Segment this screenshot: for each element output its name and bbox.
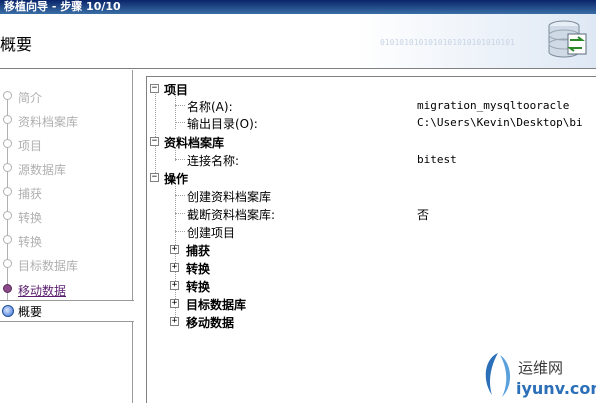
step-label: 转换	[18, 211, 43, 225]
tree-item-project-name: 名称(A): migration_mysqltooracle	[187, 98, 587, 115]
node-label: 操作	[164, 172, 189, 186]
step-current-icon	[2, 305, 14, 317]
step-dot-icon	[3, 259, 12, 268]
tree-connector	[175, 122, 185, 123]
watermark-logo-icon	[485, 353, 511, 397]
expand-icon[interactable]: +	[170, 281, 179, 290]
tree-connector	[175, 195, 185, 196]
step-convert-2: 转换	[0, 231, 133, 249]
item-label: 创建项目	[187, 226, 236, 240]
tree-connector	[175, 105, 185, 106]
step-label: 简介	[18, 91, 43, 105]
step-capture: 捕获	[0, 183, 133, 201]
step-dot-icon	[3, 211, 12, 220]
item-label: 创建资料档案库	[187, 190, 272, 204]
step-convert-1: 转换	[0, 207, 133, 225]
tree-connector	[175, 213, 185, 214]
step-label: 捕获	[18, 187, 43, 201]
page-header: 0101010101010101010101010101 概要	[0, 14, 596, 68]
node-label: 资料档案库	[164, 136, 225, 150]
step-label: 项目	[18, 139, 43, 153]
page-title: 概要	[0, 35, 33, 54]
field-value: C:\Users\Kevin\Desktop\bi	[417, 116, 583, 129]
header-binary-decoration: 0101010101010101010101010101	[380, 38, 515, 47]
watermark-text: 运维网	[518, 359, 564, 377]
expand-icon[interactable]: +	[170, 245, 179, 254]
field-value: 否	[417, 208, 430, 222]
node-label: 转换	[186, 262, 211, 276]
node-label: 移动数据	[186, 316, 235, 330]
step-summary[interactable]: 概要	[0, 300, 134, 322]
node-label: 转换	[186, 280, 211, 294]
watermark: 运维网 iyunv.com	[478, 345, 596, 403]
step-label: 资料档案库	[18, 115, 79, 129]
tree-connector	[155, 91, 156, 179]
step-label: 转换	[18, 235, 43, 249]
step-label: 概要	[18, 305, 43, 319]
node-label: 捕获	[186, 244, 211, 258]
step-dot-icon	[3, 284, 12, 293]
step-dot-icon	[3, 187, 12, 196]
tree-item-connection-name: 连接名称: bitest	[187, 152, 587, 169]
step-move-data[interactable]: 移动数据	[0, 280, 133, 298]
collapse-icon[interactable]: −	[150, 137, 159, 146]
field-label: 名称(A):	[187, 100, 233, 114]
step-intro: 简介	[0, 87, 133, 105]
tree-item-create-repo: 创建资料档案库	[187, 188, 271, 205]
field-label: 输出目录(O):	[187, 117, 258, 131]
collapse-icon[interactable]: −	[150, 173, 159, 182]
field-label: 连接名称:	[187, 154, 240, 168]
expand-icon[interactable]: +	[170, 299, 179, 308]
step-repository: 资料档案库	[0, 111, 133, 129]
window-title: 移植向导 - 步骤 10/10	[0, 0, 596, 14]
tree-connector	[175, 231, 185, 232]
tree-item-truncate-repo: 截断资料档案库: 否	[187, 206, 587, 223]
expand-icon[interactable]: +	[170, 317, 179, 326]
tree-item-create-project: 创建项目	[187, 224, 235, 241]
step-dot-icon	[3, 163, 12, 172]
step-dot-icon	[3, 235, 12, 244]
step-target-db: 目标数据库	[0, 255, 133, 273]
step-project: 项目	[0, 135, 133, 153]
field-label: 截断资料档案库:	[187, 208, 276, 222]
collapse-icon[interactable]: −	[150, 84, 159, 93]
tree-connector	[175, 159, 185, 160]
tree-item-output-dir: 输出目录(O): C:\Users\Kevin\Desktop\bi	[187, 115, 587, 132]
step-dot-icon	[3, 115, 12, 124]
field-value: migration_mysqltooracle	[417, 99, 570, 112]
watermark-url: iyunv.com	[516, 379, 596, 398]
step-label[interactable]: 移动数据	[18, 282, 66, 299]
step-source-db: 源数据库	[0, 159, 133, 177]
node-label: 目标数据库	[186, 298, 247, 312]
step-label: 目标数据库	[18, 259, 79, 273]
wizard-steps-panel: 简介 资料档案库 项目 源数据库 捕获 转换 转换 目标数据库 移动数据 概要	[0, 70, 134, 403]
step-dot-icon	[3, 139, 12, 148]
node-label: 项目	[164, 83, 189, 97]
expand-icon[interactable]: +	[170, 263, 179, 272]
database-migration-icon	[548, 20, 587, 58]
field-value: bitest	[417, 153, 457, 166]
step-dot-icon	[3, 91, 12, 100]
step-label: 源数据库	[18, 163, 67, 177]
